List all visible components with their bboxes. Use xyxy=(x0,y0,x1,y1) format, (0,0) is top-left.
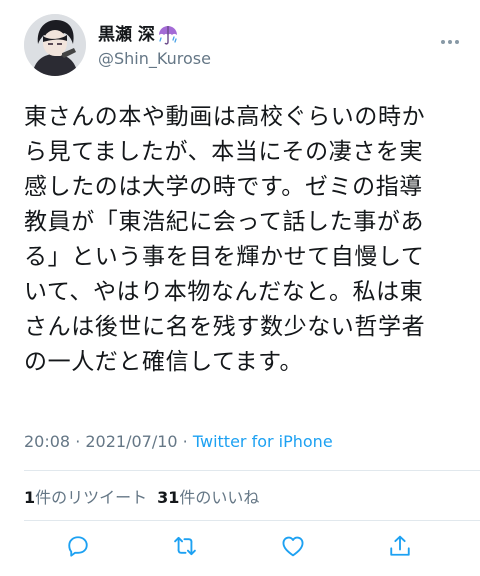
display-name-row[interactable]: 黒瀬 深 xyxy=(98,24,211,46)
divider xyxy=(24,470,480,471)
tweet-source-link[interactable]: Twitter for iPhone xyxy=(193,432,333,451)
tweet-line: 東さんの本や動画は高校ぐらいの時か xyxy=(24,104,426,130)
user-names: 黒瀬 深 @Shin_Kurose xyxy=(98,24,211,70)
retweet-button[interactable] xyxy=(171,532,199,560)
retweets-label: 件のリツイート xyxy=(35,488,148,507)
tweet-stats: 1件のリツイート 31件のいいね xyxy=(24,484,259,508)
tweet-header: 黒瀬 深 @Shin_Kurose xyxy=(24,14,464,78)
like-icon xyxy=(282,536,304,557)
tweet-actions xyxy=(0,532,480,564)
likes-stat[interactable]: 31件のいいね xyxy=(157,488,259,507)
meta-separator: · xyxy=(70,432,86,451)
share-icon xyxy=(390,535,410,556)
reply-icon xyxy=(68,536,88,557)
tweet-line: の一人だと確信してます。 xyxy=(24,349,304,375)
user-handle[interactable]: @Shin_Kurose xyxy=(98,48,211,70)
retweets-count: 1 xyxy=(24,488,36,507)
tweet-line: る」という事を目を輝かせて自慢して xyxy=(24,244,425,270)
retweets-stat[interactable]: 1件のリツイート xyxy=(24,488,147,507)
tweet-line: ら見てましたが、本当にその凄さを実 xyxy=(24,139,424,165)
umbrella-with-rain-icon xyxy=(157,24,179,46)
tweet-time[interactable]: 20:08 xyxy=(24,432,70,451)
retweet-icon xyxy=(174,536,196,556)
meta-separator: · xyxy=(177,432,193,451)
avatar-image xyxy=(24,14,86,76)
likes-count: 31 xyxy=(157,488,180,507)
avatar[interactable] xyxy=(24,14,86,76)
likes-label: 件のいいね xyxy=(179,488,260,507)
tweet-meta: 20:08 · 2021/07/10 · Twitter for iPhone xyxy=(24,432,333,451)
display-name[interactable]: 黒瀬 深 xyxy=(98,24,155,46)
tweet-line: 教員が「東浩紀に会って話した事があ xyxy=(24,209,425,235)
more-options-icon[interactable] xyxy=(438,32,462,44)
like-button[interactable] xyxy=(279,532,307,560)
divider xyxy=(24,520,480,521)
tweet-date[interactable]: 2021/07/10 xyxy=(85,432,177,451)
tweet-line: いて、やはり本物なんだなと。私は東 xyxy=(24,279,424,305)
tweet-text: 東さんの本や動画は高校ぐらいの時か ら見てましたが、本当にその凄さを実 感したの… xyxy=(24,100,460,380)
share-button[interactable] xyxy=(386,532,414,560)
reply-button[interactable] xyxy=(64,532,92,560)
tweet-line: 感したのは大学の時です。ゼミの指導 xyxy=(24,174,423,200)
tweet-line: さんは後世に名を残す数少ない哲学者 xyxy=(24,314,426,340)
